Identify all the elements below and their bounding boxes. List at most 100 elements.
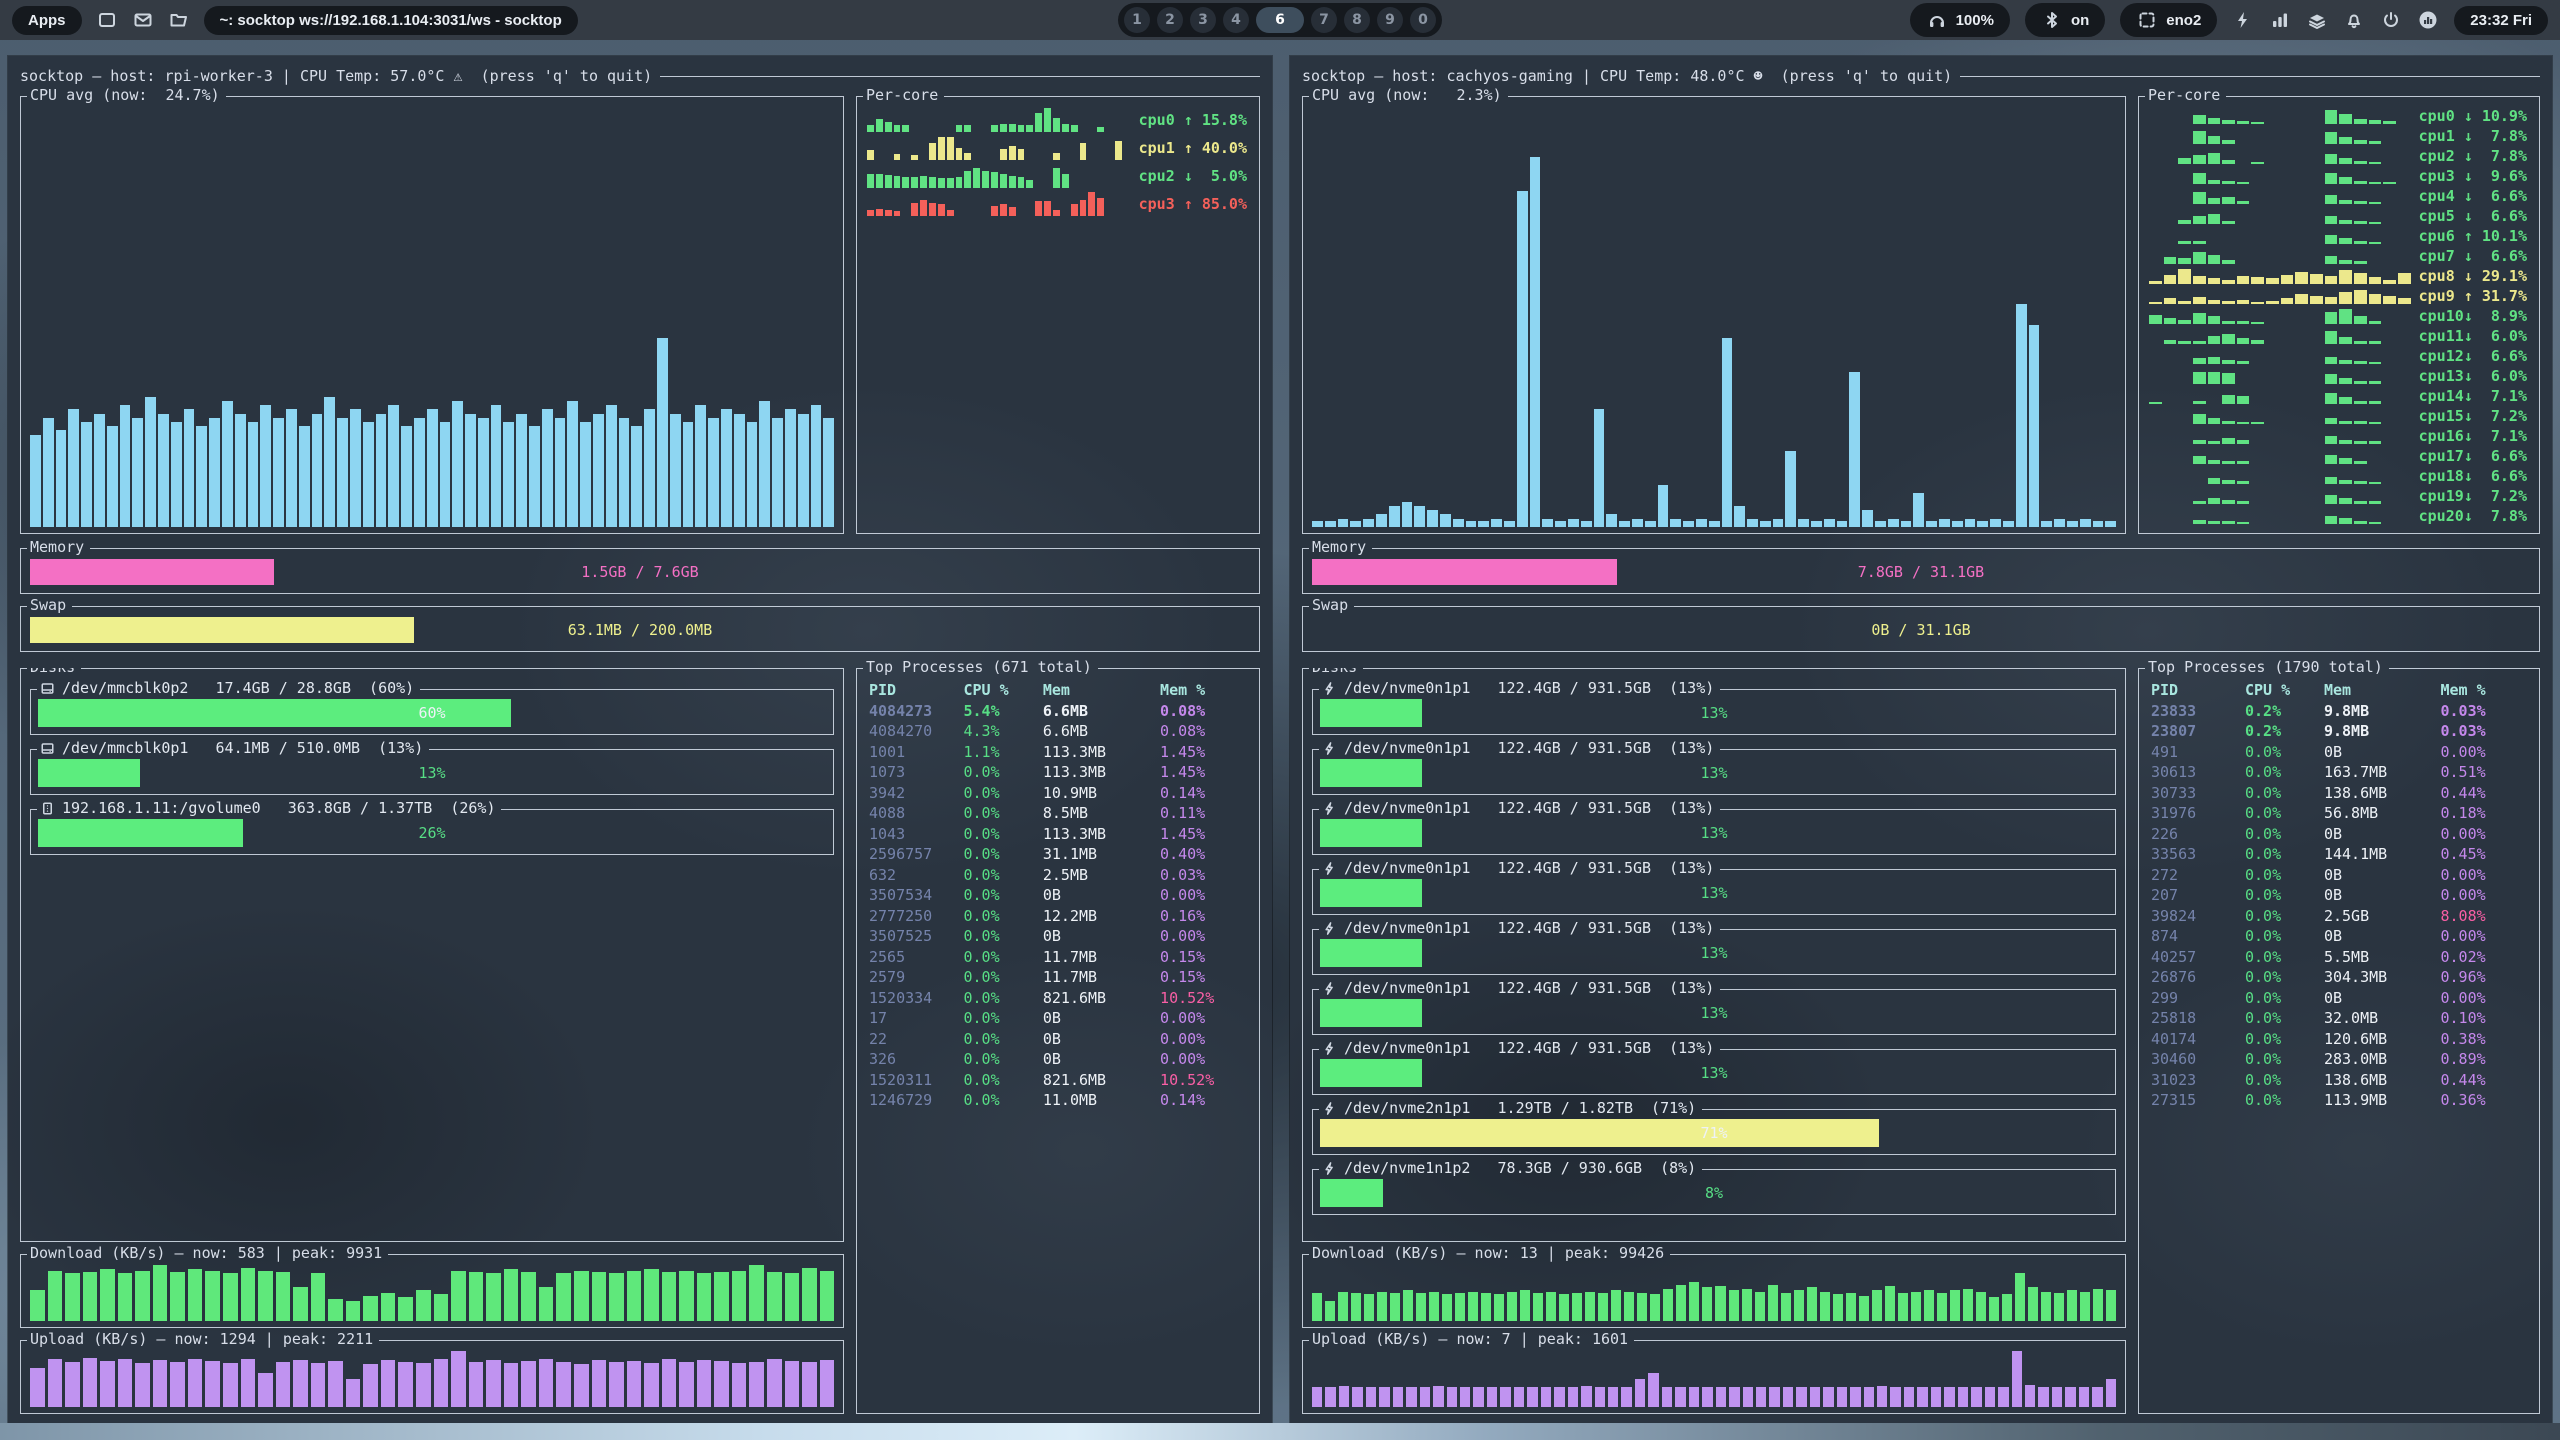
cell: 22: [869, 1030, 964, 1048]
mail-icon[interactable]: [132, 9, 154, 31]
histogram-bar: [1429, 1292, 1439, 1321]
spark-bar: [911, 203, 918, 216]
histogram-bar: [1555, 521, 1566, 527]
core-sparkline: [2145, 406, 2419, 426]
histogram-bar: [592, 1360, 607, 1407]
workspace-0[interactable]: 0: [1410, 7, 1436, 33]
spark-bar: [2354, 119, 2367, 124]
workspace-switcher: 123467890: [1118, 3, 1442, 37]
cell: 138.6MB: [2324, 1071, 2441, 1089]
histogram-bar: [1890, 1387, 1900, 1407]
histogram-bar: [1783, 1387, 1793, 1407]
disk-title: /dev/nvme0n1p1 122.4GB / 931.5GB (13%): [1319, 739, 1720, 757]
clock[interactable]: 23:32 Fri: [2454, 6, 2548, 35]
histogram-bar: [452, 401, 463, 527]
spark-bar: [2339, 378, 2352, 384]
spark-bar: [982, 171, 989, 188]
workspace-2[interactable]: 2: [1157, 7, 1183, 33]
spark-bar: [2383, 296, 2396, 304]
disk-list: /dev/mmcblk0p2 17.4GB / 28.8GB (60%)60%/…: [21, 675, 843, 855]
apps-button[interactable]: Apps: [12, 6, 82, 35]
volume-indicator[interactable]: 100%: [1910, 3, 2010, 37]
histogram-bar: [574, 1271, 589, 1321]
core-row: cpu0 ↑ 15.8%: [863, 106, 1253, 134]
histogram-bar: [1414, 506, 1425, 527]
histogram-bar: [1594, 409, 1605, 527]
power-icon[interactable]: [2380, 9, 2402, 31]
histogram-bar: [714, 1361, 729, 1407]
spark-bar: [1062, 124, 1069, 132]
disk-usage-gauge: 13%: [38, 759, 826, 787]
cell: 0.0%: [964, 968, 1043, 986]
spark-bar: [2325, 216, 2338, 224]
spark-bar: [2222, 500, 2235, 504]
workspace-8[interactable]: 8: [1344, 7, 1370, 33]
bluetooth-indicator[interactable]: on: [2025, 3, 2105, 37]
workspace-7[interactable]: 7: [1311, 7, 1337, 33]
histogram-bar: [1447, 1387, 1457, 1407]
spark-bar: [1026, 125, 1033, 132]
core-row: cpu17↓ 6.6%: [2145, 446, 2533, 466]
focused-window-title[interactable]: ~: socktop ws://192.168.1.104:3031/ws - …: [204, 6, 578, 35]
monitor-app-icon[interactable]: [2417, 9, 2439, 31]
cell: 0.0%: [2245, 907, 2324, 925]
spark-bar: [2193, 252, 2206, 264]
window-icon[interactable]: [96, 9, 118, 31]
terminal-window-right[interactable]: socktop — host: cachyos-gaming | CPU Tem…: [1290, 56, 2552, 1424]
network-indicator[interactable]: eno2: [2120, 3, 2217, 37]
workspace-3[interactable]: 3: [1190, 7, 1216, 33]
download-panel: Download (KB/s) — now: 583 | peak: 9931: [20, 1254, 844, 1328]
core-sparkline: [2145, 426, 2419, 446]
spark-bar: [1097, 198, 1104, 216]
core-row: cpu8 ↓ 29.1%: [2145, 266, 2533, 286]
histogram-bar: [81, 422, 92, 527]
files-icon[interactable]: [168, 9, 190, 31]
workspace-1[interactable]: 1: [1124, 7, 1150, 33]
histogram-bar: [767, 1272, 782, 1321]
workspace-9[interactable]: 9: [1377, 7, 1403, 33]
spark-bar: [2193, 440, 2206, 444]
histogram-bar: [2052, 1387, 2062, 1407]
spark-bar: [2251, 162, 2264, 164]
spark-bar: [2222, 160, 2235, 164]
cell: 10.52%: [1160, 989, 1247, 1007]
spark-bar: [2325, 455, 2338, 464]
cell: 0.0%: [2245, 1030, 2324, 1048]
histogram-bar: [732, 1271, 747, 1321]
disk-usage-gauge: 8%: [1320, 1179, 2108, 1207]
layers-icon[interactable]: [2306, 9, 2328, 31]
spark-bar: [894, 176, 901, 188]
process-row: 8740.0%0B0.00%: [2151, 926, 2527, 947]
terminal-window-left[interactable]: socktop — host: rpi-worker-3 | CPU Temp:…: [8, 56, 1272, 1424]
histogram-bar: [1837, 1387, 1847, 1407]
spark-bar: [2193, 192, 2206, 204]
spark-bar: [2178, 220, 2191, 224]
spark-bar: [2222, 521, 2235, 524]
histogram-bar: [1702, 1387, 1712, 1407]
process-row: 12467290.0%11.0MB0.14%: [869, 1090, 1247, 1111]
histogram-bar: [734, 414, 745, 527]
signal-bars-icon[interactable]: [2269, 9, 2291, 31]
spark-bar: [1000, 149, 1007, 160]
histogram-bar: [30, 1290, 45, 1321]
histogram-bar: [1520, 1290, 1530, 1321]
histogram-bar: [785, 1273, 800, 1321]
bolt-icon[interactable]: [2232, 9, 2254, 31]
workspace-4[interactable]: 4: [1223, 7, 1249, 33]
cell: 0B: [2324, 886, 2441, 904]
core-row: cpu3 ↑ 85.0%: [863, 190, 1253, 218]
spark-bar: [2193, 297, 2206, 304]
histogram-bar: [478, 418, 489, 527]
spark-bar: [1009, 176, 1016, 188]
cell: 0.0%: [2245, 1091, 2324, 1109]
column-header: Mem: [2324, 681, 2441, 699]
disk-title: /dev/nvme0n1p1 122.4GB / 931.5GB (13%): [1319, 979, 1720, 997]
spark-bar: [2339, 270, 2352, 284]
spark-bar: [2193, 241, 2206, 244]
column-header: Mem %: [1160, 681, 1247, 699]
histogram-bar: [2105, 521, 2116, 527]
spark-bar: [2193, 216, 2206, 224]
histogram-bar: [504, 1363, 519, 1407]
workspace-6[interactable]: 6: [1256, 7, 1304, 33]
bell-icon[interactable]: [2343, 9, 2365, 31]
